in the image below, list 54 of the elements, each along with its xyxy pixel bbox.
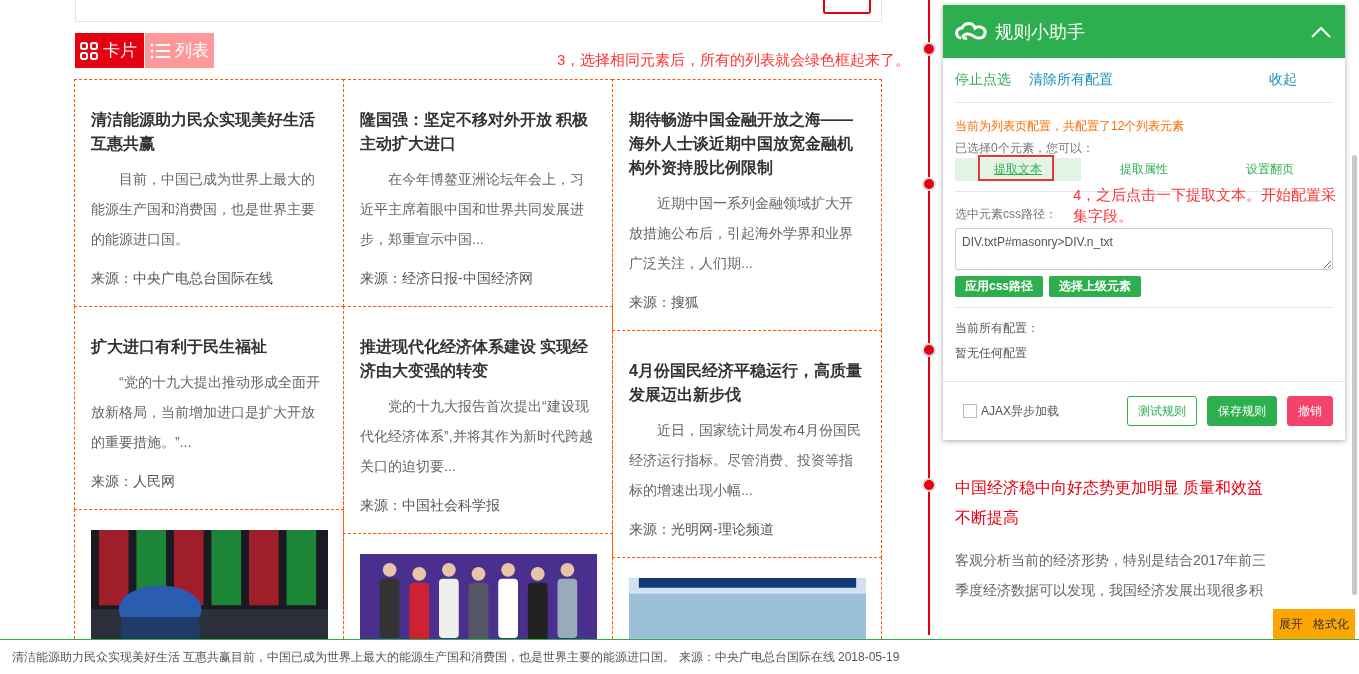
timeline-dot [922, 343, 936, 357]
article-card[interactable]: 清洁能源助力民众实现美好生活互惠共赢 目前，中国已成为世界上最大的能源生产国和消费国，也是世界主要的能源进口国。 来源：中央广电总台国际在线 [74, 79, 344, 307]
css-path-label: 选中元素css路径： [955, 206, 1057, 223]
article-summary: 近期中国一系列金融领域扩大开放措施公布后，引起海外学界和业界广泛关注，人们期... [629, 194, 854, 273]
corner-button[interactable]: 展开 [1279, 616, 1303, 633]
article-source: 来源：中央广电总台国际在线 [91, 269, 274, 288]
ajax-checkbox[interactable] [963, 404, 977, 418]
timeline-title[interactable]: 中国经济稳中向好态势更加明显 质量和效益不断提高 [955, 473, 1267, 533]
article-summary: 在今年博鳌亚洲论坛年会上，习近平主席着眼中国和世界共同发展进步，郑重宣示中国... [360, 170, 585, 249]
article-card[interactable]: 推进现代化经济体系建设 实现经济由大变强的转变 党的十九大报告首次提出“建设现代化经济体系”,并将其作为新时代跨越关口的迫切要... 来源：中国社会科学报 [343, 306, 613, 534]
article-card[interactable]: 4月份国民经济平稳运行，高质量发展迈出新步伐 近日，国家统计局发布4月份国民经济运行指标。尽管消费、投资等指标的增速出现小幅... 来源：光明网-理论频道 [612, 330, 882, 558]
selection-hint: 已选择0个元素，您可以： [955, 140, 1095, 157]
article-title[interactable]: 隆国强：坚定不移对外开放 积极主动扩大进口 [360, 108, 596, 156]
css-path-field[interactable]: DIV.txtP#masonry>DIV.n_txt [955, 228, 1333, 270]
panel-link[interactable]: 清除所有配置 [1029, 71, 1113, 89]
corner-button[interactable]: 格式化 [1313, 616, 1349, 633]
article-card[interactable]: 期待畅游中国金融开放之海——海外人士谈近期中国放宽金融机构外资持股比例限制 近期中国一系列金融领域扩大开放措施公布后，引起海外学界和业界广泛关注，人们期... 来源：搜狐 [612, 79, 882, 331]
search-button[interactable] [823, 0, 871, 14]
article-summary: 近日，国家统计局发布4月份国民经济运行指标。尽管消费、投资等指标的增速出现小幅... [629, 421, 862, 500]
article-source: 来源：中国社会科学报 [360, 496, 501, 515]
configs-label: 当前所有配置： [955, 320, 1040, 337]
article-card[interactable]: 隆国强：坚定不移对外开放 积极主动扩大进口 在今年博鳌亚洲论坛年会上，习近平主席着眼中国和世界共同发展进步，郑重宣示中国... 来源：经济日报-中国经济网 [343, 79, 613, 307]
article-title[interactable]: 扩大进口有利于民生福祉 [91, 335, 327, 359]
view-tab[interactable]: 卡片 [75, 33, 144, 68]
article-title[interactable]: 推进现代化经济体系建设 实现经济由大变强的转变 [360, 335, 596, 383]
config-notice: 当前为列表页配置，共配置了12个列表元素 [955, 118, 1186, 135]
article-card[interactable]: 扩大进口有利于民生福祉 “党的十九大提出推动形成全面开放新格局，当前增加进口是扩大开放的重要措施。”... 来源：人民网 [74, 306, 344, 510]
annotation-text: 4，之后点击一下提取文本。开始配置采集字段。 [1073, 185, 1338, 226]
article-source: 来源：搜狐 [629, 293, 700, 312]
cloud-icon [955, 21, 987, 42]
timeline-summary: 客观分析当前的经济形势，特别是结合2017年前三季度经济数据可以发现，我国经济发展出现很多积 [955, 551, 1267, 600]
article-summary: “党的十九大提出推动形成全面开放新格局，当前增加进口是扩大开放的重要措施。”... [91, 373, 321, 452]
article-source: 来源：光明网-理论频道 [629, 520, 775, 539]
timeline-dot [922, 177, 936, 191]
article-summary: 党的十九大报告首次提出“建设现代化经济体系”,并将其作为新时代跨越关口的迫切要... [360, 397, 594, 476]
ajax-label: AJAX异步加载 [981, 402, 1059, 420]
article-source: 来源：经济日报-中国经济网 [360, 269, 534, 288]
scrollbar[interactable] [1352, 155, 1357, 595]
article-summary: 目前，中国已成为世界上最大的能源生产国和消费国，也是世界主要的能源进口国。 [91, 170, 316, 249]
article-title[interactable]: 清洁能源助力民众实现美好生活互惠共赢 [91, 108, 327, 156]
timeline-dot [922, 478, 936, 492]
chevron-up-icon[interactable] [1311, 25, 1331, 38]
article-title[interactable]: 4月份国民经济平稳运行，高质量发展迈出新步伐 [629, 359, 865, 407]
footer-button[interactable]: 撤销 [1287, 396, 1333, 426]
article-title[interactable]: 期待畅游中国金融开放之海——海外人士谈近期中国放宽金融机构外资持股比例限制 [629, 108, 865, 180]
timeline-dot [922, 42, 936, 56]
configs-empty-text: 暂无任何配置 [955, 345, 1028, 362]
panel-title: 规则小助手 [995, 20, 1086, 44]
article-source: 来源：人民网 [91, 472, 176, 491]
grid-icon [80, 41, 98, 60]
status-text: 清洁能源助力民众实现美好生活 互惠共赢目前，中国已成为世界上最大的能源生产国和消费国，也是世界主要的能源进口国。 来源：中央广电总台国际在线 2018-05-19 [12, 648, 900, 666]
panel-link[interactable]: 收起 [1269, 71, 1297, 89]
list-icon [150, 42, 170, 59]
annotation-text: 3，选择相同元素后，所有的列表就会绿色框起来了。 [557, 51, 911, 70]
